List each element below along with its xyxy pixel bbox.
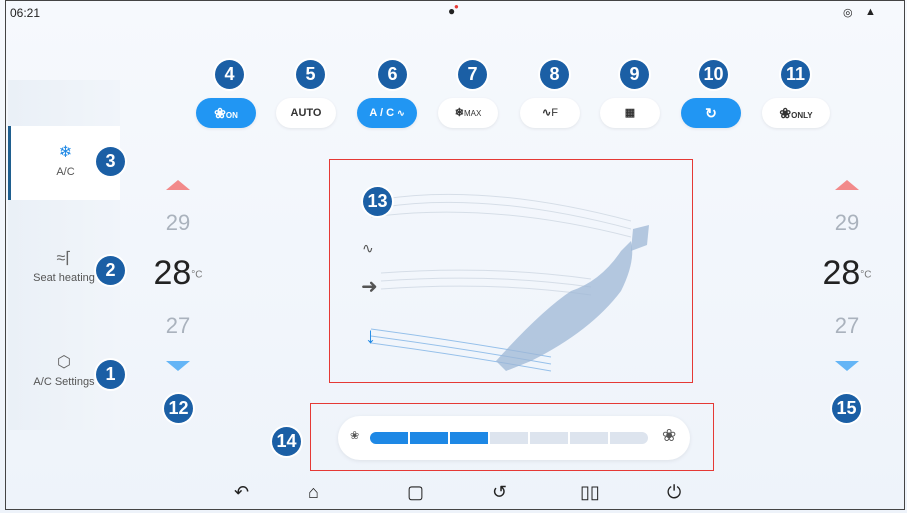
fan-speed-segment[interactable]: [570, 432, 608, 444]
status-time: 06:21: [10, 6, 41, 20]
rotate-icon[interactable]: ↺: [492, 482, 507, 503]
temp-current: 28°C: [822, 254, 872, 292]
badge-15: 15: [832, 394, 861, 423]
fan-speed-bar[interactable]: ❀ ❀: [338, 416, 690, 460]
fan-speed-slider[interactable]: [370, 416, 650, 460]
fan-speed-segment[interactable]: [490, 432, 528, 444]
badge-12: 12: [164, 394, 193, 423]
defrost-vent-icon: ∿: [362, 240, 374, 256]
front-defrost-icon: ∿: [542, 107, 552, 119]
badge-13: 13: [363, 187, 392, 216]
badge-4: 4: [215, 60, 244, 89]
fan-icon: ❀: [779, 105, 792, 121]
badge-3: 3: [96, 147, 125, 176]
location-icon: ◎: [843, 7, 853, 19]
badge-2: 2: [96, 256, 125, 285]
status-bar: 06:21 ● ● ◎ ▲: [8, 2, 898, 22]
seat-silhouette: [496, 241, 633, 371]
face-vent-arrow-icon: ➜: [361, 276, 378, 298]
temp-upper[interactable]: 29: [138, 210, 218, 236]
rear-defrost-icon: ▦: [624, 107, 636, 119]
right-temperature: 29 28°C 27: [807, 180, 887, 371]
fan-speed-segment[interactable]: [610, 432, 648, 444]
home-icon[interactable]: ⌂: [308, 482, 319, 503]
temp-down-arrow[interactable]: [166, 361, 190, 371]
floor-vent-arrow-icon: ↓: [365, 323, 376, 348]
recent-apps-icon[interactable]: ▢: [407, 482, 424, 503]
recirculation-button[interactable]: ↻: [681, 98, 741, 128]
signal-icon: ▲: [865, 6, 876, 18]
notification-icon: ● ●: [448, 2, 459, 18]
fan-only-button[interactable]: ❀ONLY: [762, 98, 830, 128]
badge-7: 7: [458, 60, 487, 89]
fan-icon: ❀: [214, 105, 226, 121]
back-icon[interactable]: ↶: [234, 482, 249, 503]
recirculation-car-icon: ↻: [705, 105, 717, 121]
front-defrost-button[interactable]: ∿F: [520, 98, 580, 128]
sidebar-item-label: A/C Settings: [33, 376, 95, 388]
temp-down-arrow[interactable]: [835, 361, 859, 371]
temp-lower[interactable]: 27: [807, 313, 887, 339]
fan-low-icon: ❀: [350, 430, 360, 442]
sidebar-item-label: Seat heating: [33, 272, 95, 284]
sidebar-item-label: A/C: [56, 166, 75, 178]
power-icon[interactable]: ⏻: [667, 482, 681, 503]
badge-9: 9: [620, 60, 649, 89]
fan-speed-segment[interactable]: [370, 432, 408, 444]
temp-lower[interactable]: 27: [138, 313, 218, 339]
ac-button[interactable]: A / C ∿: [357, 98, 417, 128]
auto-button[interactable]: AUTO: [276, 98, 336, 128]
split-screen-icon[interactable]: ▯▯: [580, 482, 600, 503]
temp-current: 28°C: [153, 254, 203, 292]
badge-10: 10: [699, 60, 728, 89]
left-temperature: 29 28°C 27: [138, 180, 218, 371]
badge-1: 1: [96, 360, 125, 389]
fan-on-button[interactable]: ❀ON: [196, 98, 256, 128]
badge-5: 5: [296, 60, 325, 89]
badge-8: 8: [540, 60, 569, 89]
badge-11: 11: [781, 60, 810, 89]
temp-up-arrow[interactable]: [835, 180, 859, 190]
badge-6: 6: [378, 60, 407, 89]
fan-speed-segment[interactable]: [450, 432, 488, 444]
badge-14: 14: [272, 427, 301, 456]
snowflake-icon: ❄: [454, 107, 464, 119]
temp-upper[interactable]: 29: [807, 210, 887, 236]
fan-high-icon: ❀: [662, 426, 677, 445]
fan-speed-segment[interactable]: [530, 432, 568, 444]
temp-up-arrow[interactable]: [166, 180, 190, 190]
fan-speed-segment[interactable]: [410, 432, 448, 444]
heat-waves-icon: ∿: [397, 108, 405, 118]
max-cool-button[interactable]: ❄MAX: [438, 98, 498, 128]
rear-defrost-button[interactable]: ▦: [600, 98, 660, 128]
